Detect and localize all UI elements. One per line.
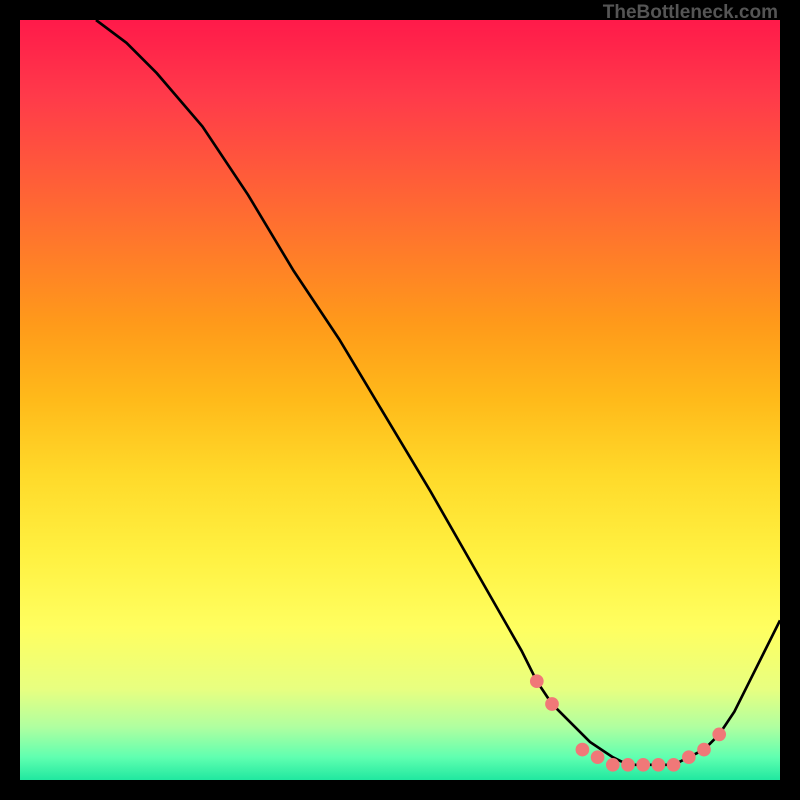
plot-gradient-background: [20, 20, 780, 780]
chart-container: TheBottleneck.com: [0, 0, 800, 800]
attribution-text: TheBottleneck.com: [603, 2, 778, 24]
